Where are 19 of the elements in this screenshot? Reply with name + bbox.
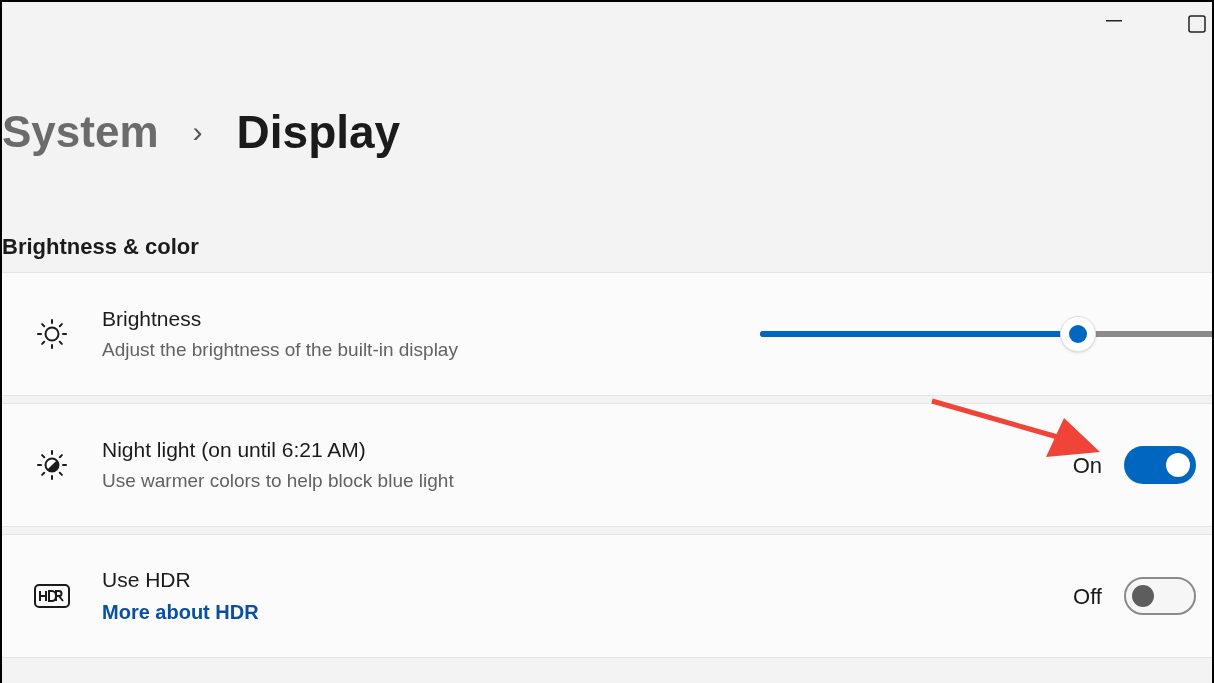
- toggle-state-label: On: [1072, 451, 1102, 480]
- setting-description: Adjust the brightness of the built-in display: [102, 338, 459, 362]
- setting-title: Night light (on until 6:21 AM): [102, 437, 367, 463]
- toggle-switch[interactable]: [1124, 577, 1196, 615]
- slider-thumb[interactable]: [1059, 316, 1096, 352]
- setting-title: Use HDR: [102, 567, 192, 594]
- link[interactable]: More about HDR: [102, 599, 259, 625]
- maximize-icon[interactable]: [1188, 15, 1206, 33]
- sun-icon: [36, 318, 68, 350]
- half-sun-icon: [36, 449, 68, 481]
- section-heading: Brightness & color: [2, 236, 200, 258]
- toggle-state-label: Off: [1073, 582, 1102, 611]
- breadcrumb-parent[interactable]: System: [2, 110, 159, 154]
- toggle-switch[interactable]: [1124, 446, 1196, 484]
- minimize-icon[interactable]: [1106, 20, 1122, 22]
- setting-description: Use warmer colors to help block blue light: [102, 469, 455, 493]
- setting-title: Brightness: [102, 306, 203, 332]
- breadcrumb-separator: ›: [192, 117, 203, 147]
- hdr-icon: [34, 584, 70, 608]
